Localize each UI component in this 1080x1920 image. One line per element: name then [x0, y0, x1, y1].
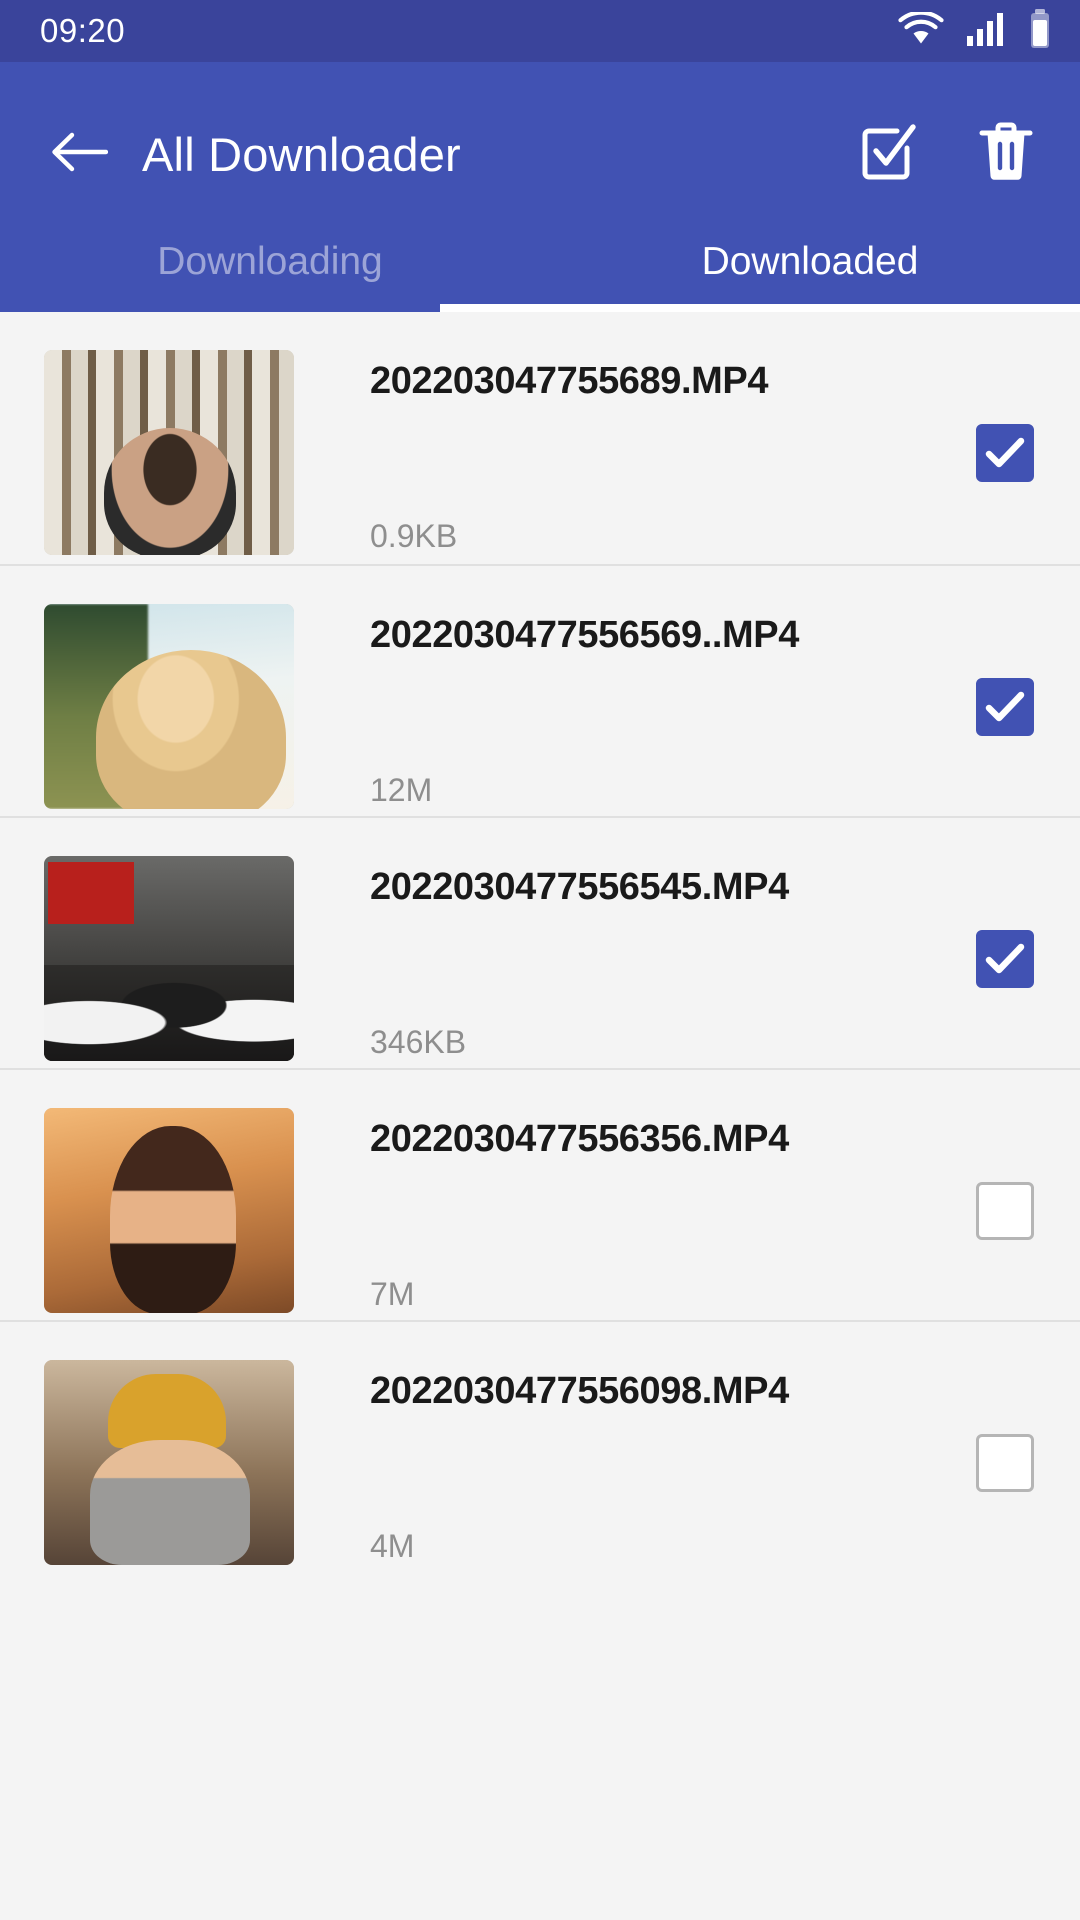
checkbox-checked-icon — [976, 423, 1034, 482]
thumbnail — [44, 1108, 294, 1313]
tab-bar: Downloading Downloaded — [0, 242, 1080, 312]
page-title: All Downloader — [142, 128, 461, 181]
status-time: 09:20 — [40, 12, 126, 49]
tab-active-indicator — [440, 304, 1080, 312]
thumbnail — [44, 856, 294, 1061]
thumbnail-image — [44, 1360, 294, 1565]
list-item-text: 2022030477556545.MP4 346KB — [370, 856, 930, 1061]
file-name: 2022030477556569..MP4 — [370, 614, 799, 656]
select-all-button[interactable] — [856, 123, 920, 187]
app-bar: All Downloader Downloading Downloaded — [0, 62, 1080, 312]
app-bar-top: All Downloader — [0, 62, 1080, 247]
list-item-text: 2022030477556098.MP4 4M — [370, 1360, 930, 1565]
thumbnail — [44, 1360, 294, 1565]
list-item-text: 2022030477556569..MP4 12M — [370, 604, 930, 809]
list-item-text: 2022030477556356.MP4 7M — [370, 1108, 930, 1313]
list-item[interactable]: 2022030477556098.MP4 4M — [0, 1320, 1080, 1572]
tab-downloading-label: Downloading — [157, 240, 383, 283]
list-item[interactable]: 2022030477556545.MP4 346KB — [0, 816, 1080, 1068]
list-item-text: 202203047755689.MP4 0.9KB — [370, 350, 930, 555]
file-size: 4M — [370, 1528, 415, 1564]
battery-icon — [1028, 8, 1052, 54]
delete-button[interactable] — [974, 121, 1038, 188]
file-size: 12M — [370, 772, 433, 808]
checkbox-checked-icon — [976, 677, 1034, 736]
checkbox-unchecked-icon — [976, 1433, 1034, 1492]
wifi-icon — [898, 10, 944, 51]
file-size: 346KB — [370, 1024, 467, 1060]
select-checkbox[interactable] — [930, 1108, 1080, 1313]
select-checkbox[interactable] — [930, 350, 1080, 555]
thumbnail-image — [44, 604, 294, 809]
trash-icon — [977, 121, 1035, 188]
file-name: 2022030477556545.MP4 — [370, 866, 789, 908]
thumbnail-image — [44, 1108, 294, 1313]
tab-downloaded[interactable]: Downloaded — [540, 242, 1080, 312]
tab-downloading[interactable]: Downloading — [0, 242, 540, 312]
file-name: 2022030477556098.MP4 — [370, 1370, 789, 1412]
file-name: 202203047755689.MP4 — [370, 360, 769, 402]
file-name: 2022030477556356.MP4 — [370, 1118, 789, 1160]
thumbnail-image — [44, 856, 294, 1061]
tab-downloaded-label: Downloaded — [701, 240, 919, 283]
list-item[interactable]: 2022030477556356.MP4 7M — [0, 1068, 1080, 1320]
checkbox-checked-icon — [976, 929, 1034, 988]
file-size: 0.9KB — [370, 518, 458, 554]
list-item[interactable]: 2022030477556569..MP4 12M — [0, 564, 1080, 816]
list-item[interactable]: 202203047755689.MP4 0.9KB — [0, 312, 1080, 564]
back-button[interactable] — [48, 124, 110, 186]
app-screen: 09:20 All Downloader Downloading Downloa… — [0, 0, 1080, 1920]
thumbnail-image — [44, 350, 294, 555]
signal-icon — [966, 12, 1006, 51]
select-checkbox[interactable] — [930, 604, 1080, 809]
download-list[interactable]: 202203047755689.MP4 0.9KB 20220304775565… — [0, 312, 1080, 1920]
checkbox-checked-icon — [857, 121, 919, 188]
thumbnail — [44, 350, 294, 555]
status-icons — [898, 8, 1052, 54]
app-bar-actions — [856, 121, 1038, 188]
file-size: 7M — [370, 1276, 415, 1312]
select-checkbox[interactable] — [930, 856, 1080, 1061]
back-arrow-icon — [50, 130, 109, 179]
checkbox-unchecked-icon — [976, 1181, 1034, 1240]
thumbnail — [44, 604, 294, 809]
select-checkbox[interactable] — [930, 1360, 1080, 1565]
status-bar: 09:20 — [0, 0, 1080, 62]
